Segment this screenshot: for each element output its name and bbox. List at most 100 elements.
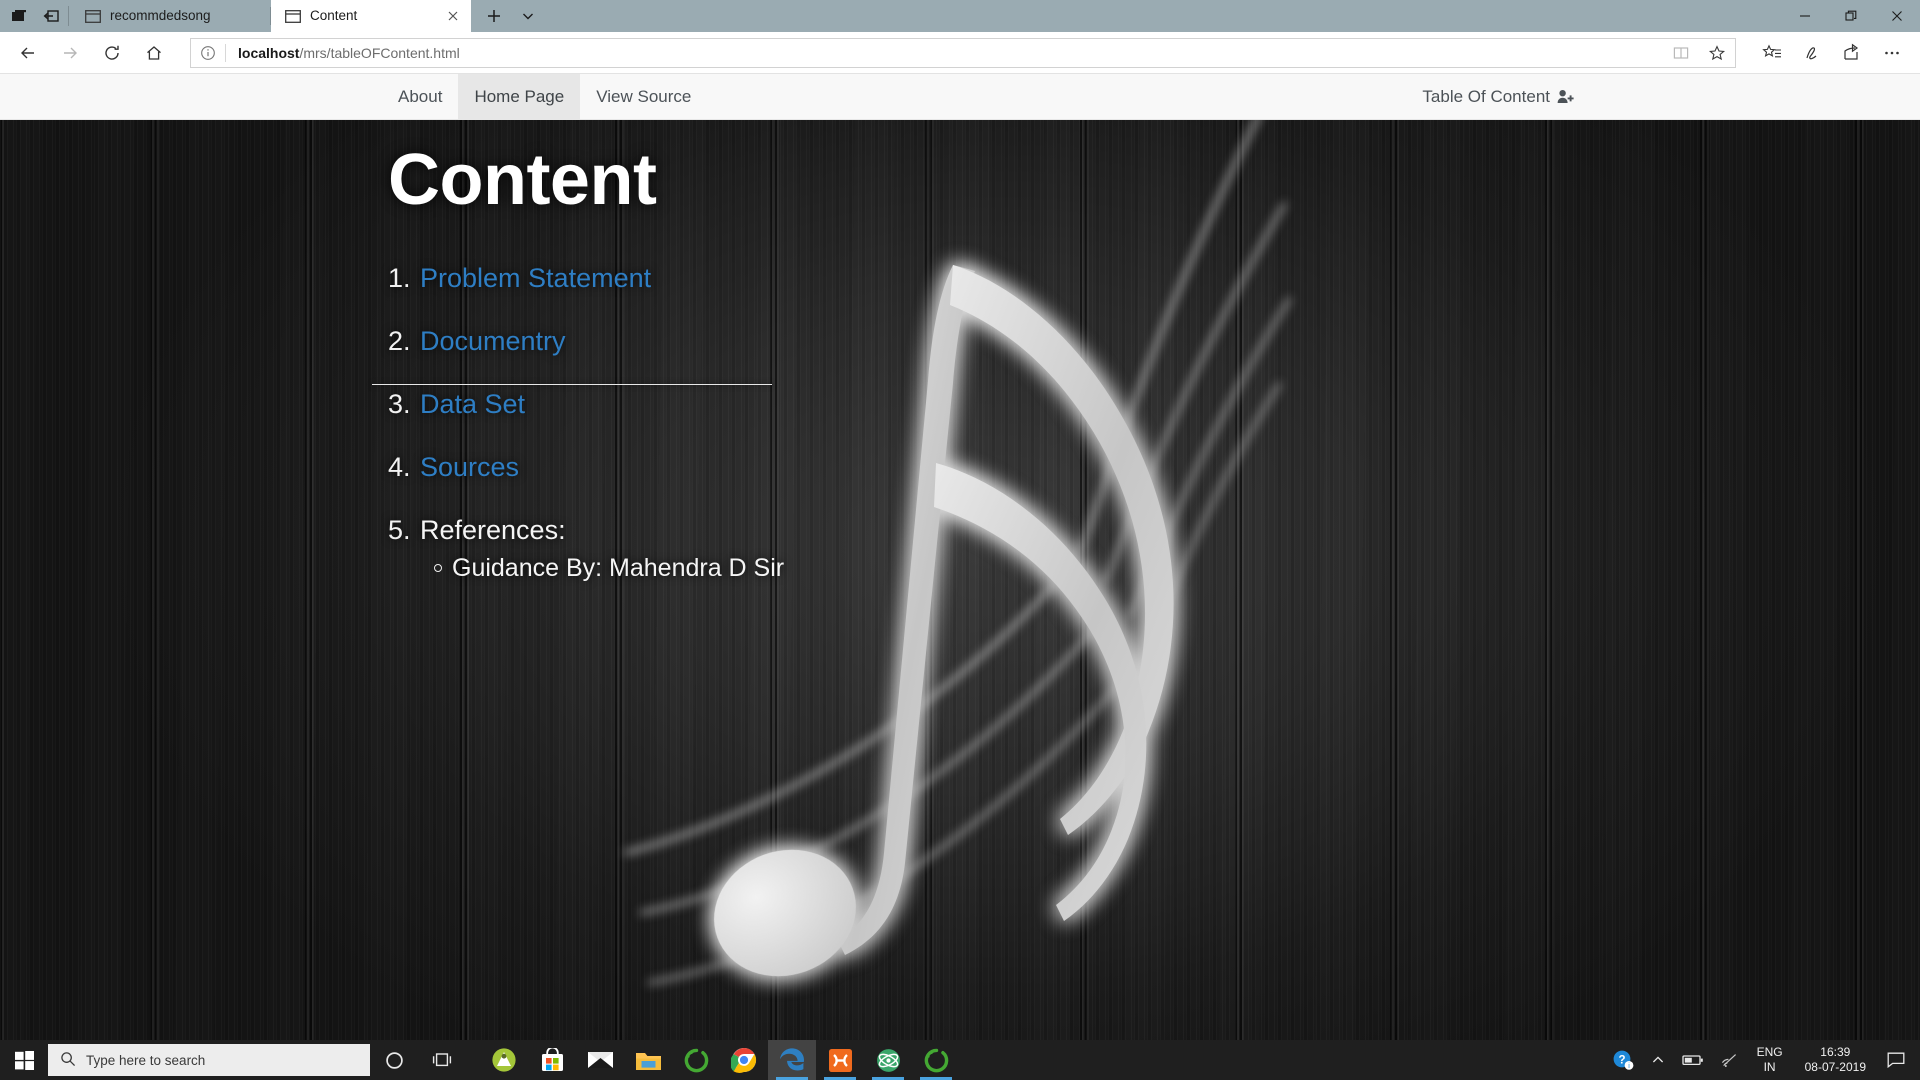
language-line-2: IN (1763, 1060, 1776, 1074)
list-item-number: 5. (388, 514, 411, 545)
help-icon[interactable]: ? i (1604, 1040, 1642, 1080)
taskbar-app-xampp[interactable] (816, 1040, 864, 1080)
nav-item-about[interactable]: About (382, 74, 458, 119)
list-item-number: 3. (388, 388, 411, 419)
browser-tab-content[interactable]: Content (271, 0, 471, 32)
language-indicator[interactable]: ENG IN (1747, 1045, 1793, 1075)
tab-strip-controls (471, 0, 551, 32)
home-button[interactable] (134, 36, 174, 70)
list-item: Guidance By: Mahendra D Sir (434, 554, 1388, 583)
refresh-button[interactable] (92, 36, 132, 70)
anaconda-icon (684, 1048, 708, 1072)
toc-link-documentry[interactable]: Documentry (420, 326, 566, 357)
list-item: 3. Data Set (388, 389, 1388, 420)
taskbar-app-spyder[interactable] (912, 1040, 960, 1080)
web-note-icon[interactable] (1792, 36, 1832, 70)
taskbar-app-anaconda[interactable] (672, 1040, 720, 1080)
info-icon[interactable] (191, 45, 225, 61)
hero-section: Content 1. Problem Statement 2. Document… (0, 120, 1920, 1040)
cortana-icon[interactable] (370, 1040, 418, 1080)
tab-title: Content (310, 8, 358, 23)
clock[interactable]: 16:39 08-07-2019 (1793, 1045, 1878, 1075)
table-of-contents: 1. Problem Statement 2. Documentry 3. Da… (388, 263, 1388, 583)
action-center-icon[interactable] (1878, 1040, 1914, 1080)
address-text[interactable]: localhost/mrs/tableOFContent.html (226, 45, 1663, 61)
taskbar-app-google-chrome[interactable] (720, 1040, 768, 1080)
windows-taskbar: Type here to search ? i ENG IN 16:39 08-… (0, 1040, 1920, 1080)
restore-button[interactable] (1828, 0, 1874, 32)
page-icon (85, 9, 101, 23)
chevron-up-icon[interactable] (1642, 1040, 1674, 1080)
svg-text:?: ? (1618, 1054, 1625, 1066)
taskbar-app-microsoft-edge[interactable] (768, 1040, 816, 1080)
microsoft-edge-icon (780, 1048, 804, 1071)
page-icon (285, 9, 301, 23)
language-line-1: ENG (1756, 1045, 1783, 1059)
address-actions (1663, 39, 1735, 67)
taskbar-app-microsoft-store[interactable] (528, 1040, 576, 1080)
list-item: 4. Sources (388, 452, 1388, 483)
reading-view-icon[interactable] (1663, 39, 1699, 67)
toc-link-sources[interactable]: Sources (420, 452, 519, 483)
navbar-right: Table Of Content (1406, 74, 1920, 119)
taskbar-app-atom[interactable] (864, 1040, 912, 1080)
start-button[interactable] (0, 1040, 48, 1080)
list-item-number: 2. (388, 325, 411, 356)
set-tabs-aside-icon[interactable] (42, 7, 60, 25)
spyder-icon (924, 1048, 948, 1072)
system-tray: ? i ENG IN 16:39 08-07-2019 (1604, 1040, 1920, 1080)
task-view-icon[interactable] (418, 1040, 466, 1080)
microsoft-store-icon (541, 1047, 563, 1071)
new-tab-button[interactable] (485, 7, 503, 25)
battery-icon[interactable] (1674, 1040, 1712, 1080)
android-studio-icon (492, 1048, 516, 1072)
taskbar-app-buttons (480, 1040, 960, 1080)
minimize-button[interactable] (1782, 0, 1828, 32)
address-bar[interactable]: localhost/mrs/tableOFContent.html (190, 37, 1736, 68)
toc-label-references: References: (420, 514, 566, 545)
atom-icon (876, 1048, 900, 1072)
nav-item-view-source[interactable]: View Source (580, 74, 707, 119)
favorite-star-icon[interactable] (1699, 39, 1735, 67)
toc-link-problem-statement[interactable]: Problem Statement (420, 263, 651, 294)
chevron-down-icon[interactable] (519, 7, 537, 25)
list-item: 1. Problem Statement (388, 263, 1388, 294)
taskbar-search-box[interactable]: Type here to search (48, 1044, 370, 1076)
page-viewport: About Home Page View Source Table Of Con… (0, 74, 1920, 1040)
taskbar-app-android-studio[interactable] (480, 1040, 528, 1080)
titlebar-divider (68, 6, 69, 26)
address-path: /mrs/tableOFContent.html (299, 44, 460, 61)
toc-link-data-set[interactable]: Data Set (420, 389, 525, 420)
list-item-number: 4. (388, 451, 411, 482)
browser-titlebar: recommdedsong Content (0, 0, 1920, 32)
share-icon[interactable] (1832, 36, 1872, 70)
navbar-left: About Home Page View Source (382, 74, 707, 119)
more-icon[interactable] (1872, 36, 1912, 70)
forward-button[interactable] (50, 36, 90, 70)
nav-item-table-of-content[interactable]: Table Of Content (1406, 87, 1590, 107)
mail-icon (587, 1052, 613, 1068)
taskbar-app-mail[interactable] (576, 1040, 624, 1080)
google-chrome-icon (731, 1048, 757, 1073)
tabs-preview-icon[interactable] (10, 7, 28, 25)
page-title: Content (388, 140, 657, 220)
list-item: 2. Documentry (388, 326, 1388, 357)
clock-date: 08-07-2019 (1804, 1060, 1866, 1074)
browser-window: recommdedsong Content localhost/mrs/tabl… (0, 0, 1920, 1080)
nav-item-home-page[interactable]: Home Page (458, 74, 581, 119)
wifi-icon[interactable] (1712, 1040, 1747, 1080)
close-button[interactable] (1874, 0, 1920, 32)
hub-favorites-icon[interactable] (1752, 36, 1792, 70)
window-controls (1782, 0, 1920, 32)
browser-tab-recommdedsong[interactable]: recommdedsong (71, 0, 271, 32)
taskbar-app-file-explorer[interactable] (624, 1040, 672, 1080)
xampp-icon (828, 1048, 852, 1072)
title-divider (372, 384, 772, 385)
list-item: 5. References: Guidance By: Mahendra D S… (388, 515, 1388, 583)
user-plus-icon (1557, 89, 1574, 104)
circle-bullet-icon (434, 563, 442, 572)
content-block: Content 1. Problem Statement 2. Document… (388, 138, 1388, 583)
search-placeholder: Type here to search (86, 1052, 206, 1068)
back-button[interactable] (8, 36, 48, 70)
close-icon[interactable] (445, 8, 461, 24)
